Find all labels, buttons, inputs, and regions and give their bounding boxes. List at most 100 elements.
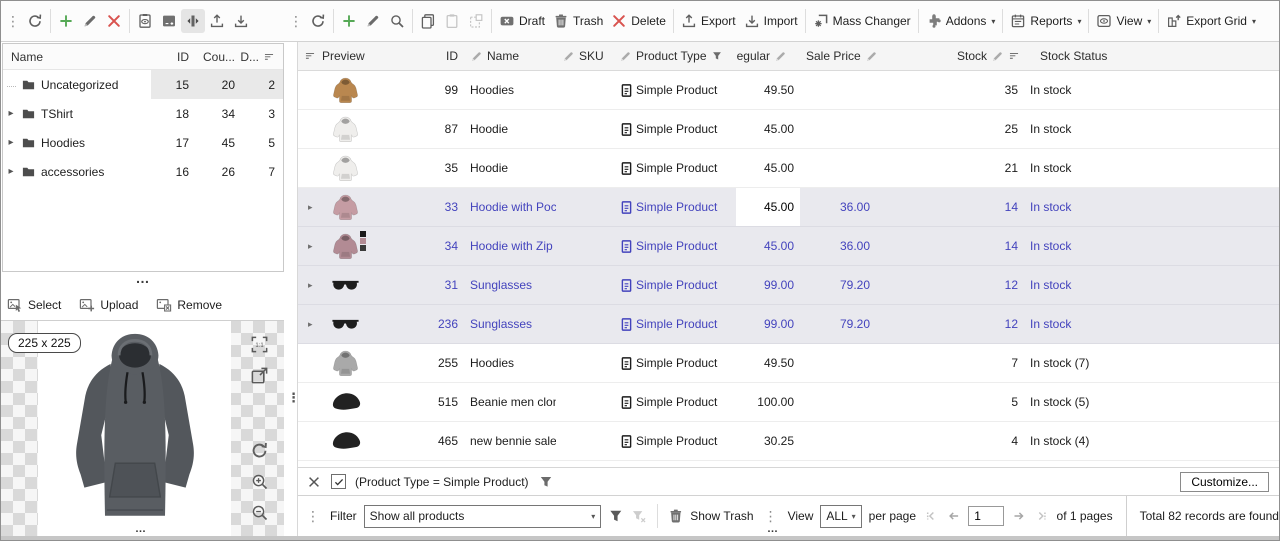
cell-stock[interactable]: 5 (878, 383, 1026, 421)
download-category-image-button[interactable] (229, 9, 253, 33)
column-header-stock[interactable]: Stock (878, 49, 1026, 63)
cell-status[interactable]: In stock (1026, 266, 1279, 304)
toggle-panel-button[interactable] (181, 9, 205, 33)
cell-preview[interactable] (316, 188, 408, 226)
table-row[interactable]: ▸31SunglassesSimple Product99.0079.2012I… (298, 266, 1279, 305)
cell-sku[interactable] (556, 227, 613, 265)
paste-special-button[interactable] (464, 9, 488, 33)
paste-product-button[interactable] (440, 9, 464, 33)
column-header-id[interactable]: ID (151, 50, 189, 64)
cell-product_type[interactable]: Simple Product (613, 266, 736, 304)
cell-id[interactable]: 465 (408, 422, 464, 460)
cell-product_type[interactable]: Simple Product (613, 149, 736, 187)
cell-status[interactable]: In stock (4) (1026, 422, 1279, 460)
cell-preview[interactable] (316, 149, 408, 187)
upload-image-button[interactable]: Upload (79, 297, 138, 313)
cell-status[interactable]: In stock (1026, 149, 1279, 187)
cell-regular[interactable]: 99.00 (736, 266, 800, 304)
expand-arrow-icon[interactable]: ▸ (3, 166, 19, 177)
cell-sale[interactable] (800, 149, 878, 187)
cell-sku[interactable] (556, 383, 613, 421)
cell-sale[interactable] (800, 383, 878, 421)
filter-enabled-checkbox[interactable] (331, 474, 346, 489)
cell-sale[interactable] (800, 71, 878, 109)
cell-stock[interactable]: 12 (878, 305, 1026, 343)
page-number-input[interactable] (968, 506, 1004, 526)
column-header-product_type[interactable]: Product Type (613, 49, 736, 63)
cell-id[interactable]: 34 (408, 227, 464, 265)
cell-expander[interactable]: ▸ (298, 266, 316, 304)
prev-page-button[interactable] (946, 508, 962, 524)
column-header-regular[interactable]: Regular (736, 49, 800, 63)
first-page-button[interactable] (923, 508, 939, 524)
cell-preview[interactable] (316, 305, 408, 343)
cell-id[interactable]: 99 (408, 71, 464, 109)
drag-handle-icon[interactable]: ⋮ (286, 13, 306, 30)
delete-category-button[interactable] (102, 9, 126, 33)
cell-product_type[interactable]: Simple Product (613, 305, 736, 343)
trash-button[interactable]: Trash (549, 9, 607, 33)
next-page-button[interactable] (1011, 508, 1027, 524)
cell-regular[interactable]: 49.50 (736, 344, 800, 382)
category-row[interactable]: ▸accessories16267 (3, 157, 283, 186)
column-header-preview[interactable]: Preview (316, 49, 408, 63)
cell-expander[interactable] (298, 422, 316, 460)
show-trash-label[interactable]: Show Trash (690, 509, 753, 523)
column-header-sku[interactable]: SKU (556, 49, 613, 63)
column-header-name[interactable]: Name (3, 50, 151, 64)
cell-expander[interactable] (298, 149, 316, 187)
column-header-id[interactable]: ID (408, 49, 464, 63)
cell-product_type[interactable]: Simple Product (613, 188, 736, 226)
cell-sku[interactable] (556, 188, 613, 226)
cell-stock[interactable]: 12 (878, 266, 1026, 304)
preview-category-button[interactable] (133, 9, 157, 33)
cell-preview[interactable] (316, 266, 408, 304)
cell-product_type[interactable]: Simple Product (613, 110, 736, 148)
cell-regular[interactable]: 49.50 (736, 71, 800, 109)
row-expander-icon[interactable]: ▸ (304, 280, 313, 291)
cell-stock[interactable]: 25 (878, 110, 1026, 148)
search-product-button[interactable] (385, 9, 409, 33)
drag-handle-icon[interactable]: ⋮ (3, 13, 23, 30)
remove-filter-icon[interactable] (306, 474, 322, 490)
cell-product_type[interactable]: Simple Product (613, 422, 736, 460)
cell-name[interactable]: Hoodie (464, 149, 556, 187)
select-image-button[interactable]: Select (7, 297, 61, 313)
filter-preset-select[interactable]: Show all products ▾ (364, 505, 602, 528)
cell-preview[interactable] (316, 422, 408, 460)
cell-stock[interactable]: 14 (878, 188, 1026, 226)
cell-sale[interactable]: 36.00 (800, 188, 878, 226)
category-row[interactable]: ▸Hoodies17455 (3, 128, 283, 157)
category-row[interactable]: ▸TShirt18343 (3, 99, 283, 128)
cell-expander[interactable]: ▸ (298, 227, 316, 265)
cell-expander[interactable] (298, 110, 316, 148)
view-button[interactable]: View▾ (1092, 9, 1155, 33)
cell-expander[interactable] (298, 71, 316, 109)
table-row[interactable]: ▸33Hoodie with PocSimple Product45.0036.… (298, 188, 1279, 227)
last-page-button[interactable] (1034, 508, 1050, 524)
drag-handle-icon[interactable]: ⋮ (761, 508, 781, 525)
column-header-d[interactable]: D... (235, 50, 259, 64)
cell-expander[interactable]: ▸ (298, 305, 316, 343)
cell-name[interactable]: Hoodies (464, 71, 556, 109)
cell-stock[interactable]: 35 (878, 71, 1026, 109)
addons-button[interactable]: Addons▾ (922, 9, 1000, 33)
cell-name[interactable]: Sunglasses (464, 305, 556, 343)
category-row[interactable]: Uncategorized15202 (3, 70, 283, 99)
zoom-out-button[interactable] (250, 503, 269, 525)
cell-name[interactable]: Hoodie (464, 110, 556, 148)
row-expander-icon[interactable]: ▸ (304, 319, 313, 330)
table-row[interactable]: 87HoodieSimple Product45.0025In stock (298, 110, 1279, 149)
cell-sku[interactable] (556, 149, 613, 187)
drag-handle-icon[interactable]: ⋮ (303, 508, 323, 525)
cell-expander[interactable] (298, 383, 316, 421)
cell-regular[interactable]: 99.00 (736, 305, 800, 343)
cell-id[interactable]: 33 (408, 188, 464, 226)
cell-regular[interactable]: 100.00 (736, 383, 800, 421)
upload-category-image-button[interactable] (205, 9, 229, 33)
copy-product-button[interactable] (416, 9, 440, 33)
refresh-categories-button[interactable] (23, 9, 47, 33)
cell-name[interactable]: Hoodie with Zip (464, 227, 556, 265)
cell-name[interactable]: Hoodie with Poc (464, 188, 556, 226)
cell-regular[interactable]: 30.25 (736, 422, 800, 460)
